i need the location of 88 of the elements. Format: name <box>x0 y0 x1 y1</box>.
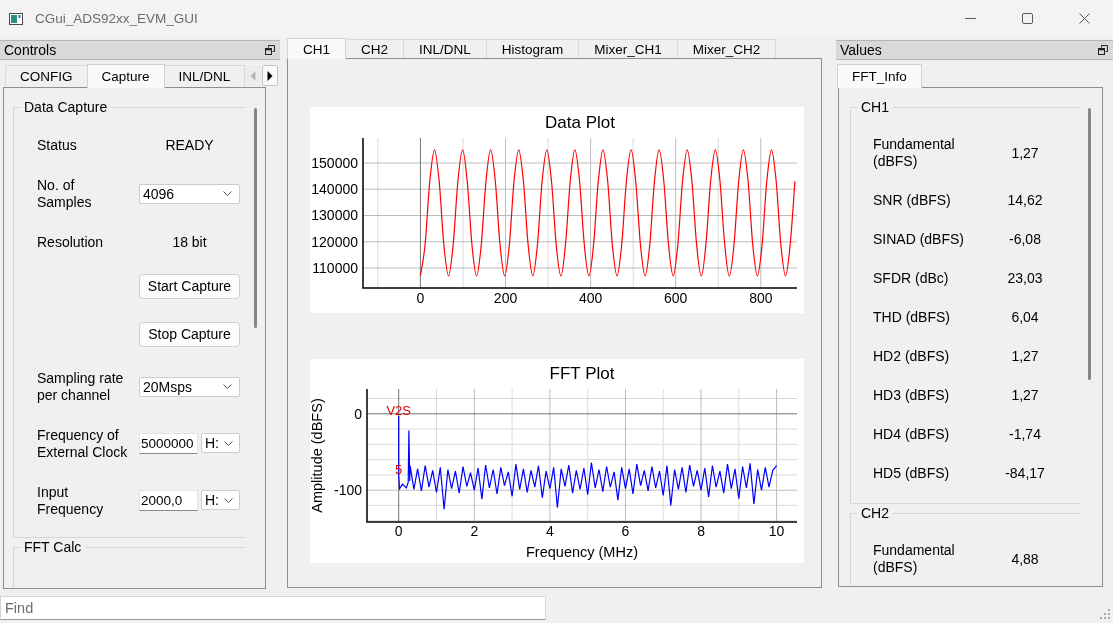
maximize-icon <box>1022 13 1033 24</box>
axis-tick-label: 0 <box>416 290 425 306</box>
field-label: SNR (dBFS) <box>873 192 952 209</box>
axis-title: Amplitude (dBFS) <box>310 398 325 513</box>
unit-dropdown[interactable]: H: <box>201 433 240 453</box>
tab[interactable]: FFT_Info <box>837 64 922 88</box>
axis-tick-label: 10 <box>768 523 785 539</box>
tab[interactable]: INL/DNL <box>163 65 246 87</box>
field-label: HD3 (dBFS) <box>873 387 951 404</box>
chevron-down-icon <box>223 191 232 196</box>
field-label: Fundamental (dBFS) <box>873 136 956 170</box>
field-label: SFDR (dBc) <box>873 270 950 287</box>
value-text: 1,27 <box>1010 387 1040 404</box>
resize-grip-icon[interactable] <box>1100 609 1110 619</box>
axis-tick-label: 120000 <box>311 233 358 250</box>
find-field[interactable]: Find <box>0 596 546 620</box>
value-text: 18 bit <box>171 233 208 251</box>
tab[interactable]: CONFIG <box>5 65 88 87</box>
axis-tick-label: 4 <box>546 523 554 539</box>
tab[interactable]: Histogram <box>485 39 580 58</box>
field-label: Input Frequency <box>37 483 105 518</box>
axis-tick-label: 130000 <box>311 207 358 224</box>
field-label: HD5 (dBFS) <box>873 465 951 482</box>
field-label: Fundamental (dBFS) <box>873 542 956 576</box>
restore-icon[interactable] <box>1098 45 1108 55</box>
scroll-right-button[interactable] <box>262 65 279 86</box>
capture-button[interactable]: Start Capture <box>139 273 240 299</box>
group-title: Data Capture <box>20 99 112 116</box>
dock-title: Values <box>840 41 882 59</box>
value-text: 23,03 <box>1006 270 1044 287</box>
minimize-icon <box>965 18 976 19</box>
axis-tick-label: -100 <box>333 482 362 499</box>
axis-tick-label: 2 <box>470 523 479 539</box>
axis-tick-label: 140000 <box>311 181 358 198</box>
tab[interactable]: Capture <box>86 64 165 88</box>
axis-tick-label: 150000 <box>311 154 358 171</box>
dropdown[interactable]: 4096 <box>139 183 240 204</box>
app-icon <box>9 12 23 25</box>
chevron-down-icon <box>224 440 233 446</box>
value-text: -84,17 <box>1004 465 1046 482</box>
field-label: HD2 (dBFS) <box>873 348 951 365</box>
value-text: 6,04 <box>1010 309 1040 326</box>
field-label: Sampling rate per channel <box>37 369 125 404</box>
axis-tick-label: 400 <box>578 290 603 306</box>
axis-tick-label: 8 <box>697 523 705 539</box>
marker-label: V2S <box>386 403 412 419</box>
chevron-down-icon <box>223 384 232 389</box>
value-text: 14,62 <box>1006 192 1044 209</box>
field-label: SINAD (dBFS) <box>873 231 965 248</box>
triangle-left-icon <box>250 70 257 81</box>
axis-tick-label: 0 <box>354 405 362 422</box>
axis-tick-label: 200 <box>493 290 518 306</box>
chevron-down-icon <box>224 497 233 503</box>
input-field[interactable]: 2000,0 <box>139 490 198 511</box>
capture-button[interactable]: Stop Capture <box>139 321 240 347</box>
axis-tick-label: 110000 <box>312 260 358 277</box>
value-text: -1,74 <box>1008 426 1042 443</box>
axis-title: Frequency (MHz) <box>526 544 638 560</box>
value-text: 1,27 <box>1010 144 1040 162</box>
axis-tick-label: 800 <box>749 290 773 306</box>
field-label: No. of Samples <box>37 176 93 211</box>
dock-title: Controls <box>4 41 57 59</box>
value-text: 4,88 <box>1010 550 1040 568</box>
axis-tick-label: 600 <box>664 290 688 306</box>
field-label: HD4 (dBFS) <box>873 426 951 443</box>
close-icon <box>1079 13 1090 24</box>
chart-title: FFT Plot <box>549 364 615 383</box>
window-title: CGui_ADS92xx_EVM_GUI <box>35 11 199 26</box>
scrollbar-thumb[interactable] <box>1088 108 1091 380</box>
tab[interactable]: Mixer_CH2 <box>676 39 777 58</box>
chart-title: Data Plot <box>545 113 615 132</box>
field-label: Frequency of External Clock <box>37 426 129 461</box>
field-label: Status <box>37 136 78 154</box>
tab[interactable]: CH1 <box>287 38 346 59</box>
scrollbar-thumb[interactable] <box>254 108 257 328</box>
tab[interactable]: Mixer_CH1 <box>578 39 678 58</box>
field-label: THD (dBFS) <box>873 309 951 326</box>
axis-tick-label: 6 <box>621 523 630 539</box>
field-label: Resolution <box>37 233 105 251</box>
triangle-right-icon <box>267 70 274 81</box>
restore-icon[interactable] <box>265 45 275 55</box>
input-field[interactable]: 5000000 <box>139 433 198 454</box>
value-text: 1,27 <box>1010 348 1040 365</box>
axis-tick-label: 0 <box>394 523 403 539</box>
value-text: READY <box>164 136 215 154</box>
dropdown[interactable]: 20Msps <box>139 376 240 397</box>
unit-dropdown[interactable]: H: <box>201 490 240 510</box>
value-text: -6,08 <box>1008 231 1042 248</box>
